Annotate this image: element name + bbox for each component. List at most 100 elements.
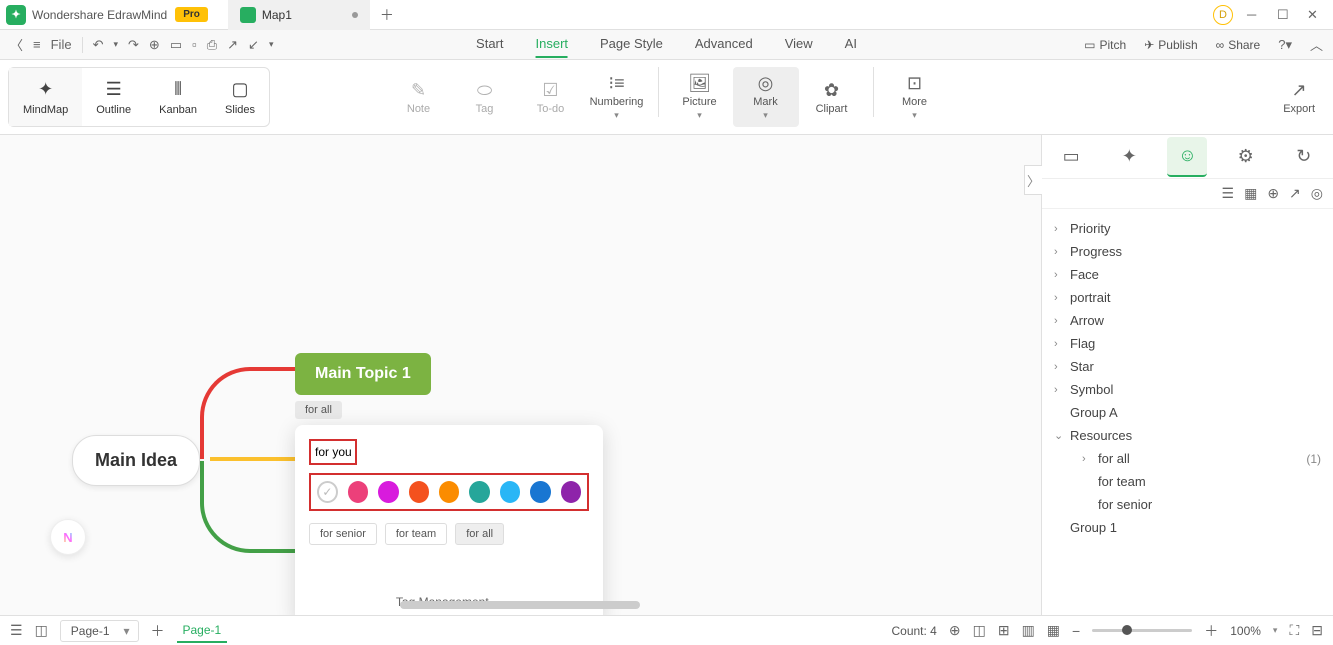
tree-item[interactable]: ›Progress bbox=[1042, 240, 1333, 263]
link-icon[interactable]: ↗ bbox=[1289, 185, 1301, 202]
new-tab-button[interactable]: ＋ bbox=[380, 5, 394, 25]
tool-note[interactable]: ✎Note bbox=[386, 67, 452, 127]
view-outline[interactable]: ☰Outline bbox=[82, 68, 145, 126]
tree-child[interactable]: ›for all(1) bbox=[1042, 447, 1333, 470]
tree-group[interactable]: ⌄Resources bbox=[1042, 424, 1333, 447]
tree-item[interactable]: ›Star bbox=[1042, 355, 1333, 378]
menu-view[interactable]: View bbox=[785, 31, 813, 58]
outline-toggle-icon[interactable]: ☰ bbox=[10, 622, 23, 639]
tree-group[interactable]: Group A bbox=[1042, 401, 1333, 424]
tree-item[interactable]: ›Arrow bbox=[1042, 309, 1333, 332]
tag-chip[interactable]: for senior bbox=[309, 523, 377, 545]
tool-picture[interactable]: 🖼Picture▾ bbox=[667, 67, 733, 127]
undo-icon[interactable]: ↶ bbox=[93, 37, 104, 53]
add-page-button[interactable]: ＋ bbox=[151, 621, 165, 641]
page-selector[interactable]: Page-1 bbox=[60, 620, 139, 642]
close-icon[interactable]: ✕ bbox=[1307, 7, 1323, 23]
side-tab-history[interactable]: ↻ bbox=[1284, 137, 1324, 177]
tool-clipart[interactable]: ✿Clipart bbox=[799, 67, 865, 127]
color-none[interactable]: ✓ bbox=[317, 481, 338, 503]
globe-icon[interactable]: ⊕ bbox=[949, 622, 961, 639]
horizontal-scrollbar[interactable] bbox=[400, 601, 640, 609]
color-swatch[interactable] bbox=[469, 481, 489, 503]
view-kanban[interactable]: ⦀Kanban bbox=[145, 68, 211, 126]
side-tab-mark[interactable]: ☺ bbox=[1167, 137, 1207, 177]
color-swatch[interactable] bbox=[500, 481, 520, 503]
tag-chip[interactable]: for all bbox=[455, 523, 504, 545]
zoom-slider[interactable] bbox=[1092, 629, 1192, 632]
tree-child[interactable]: for senior bbox=[1042, 493, 1333, 516]
import-icon[interactable]: ↙ bbox=[248, 37, 259, 53]
save-icon[interactable]: ▫ bbox=[192, 37, 197, 52]
minimize-icon[interactable]: ─ bbox=[1247, 7, 1263, 23]
tree-group[interactable]: Group 1 bbox=[1042, 516, 1333, 539]
document-tab[interactable]: Map1 bbox=[228, 0, 370, 30]
redo-icon[interactable]: ↷ bbox=[128, 37, 139, 53]
tree-item[interactable]: ›Face bbox=[1042, 263, 1333, 286]
tree-child[interactable]: for team bbox=[1042, 470, 1333, 493]
collapse-panel-button[interactable]: 〉 bbox=[1024, 165, 1042, 195]
export-icon[interactable]: ↗ bbox=[227, 37, 238, 53]
color-swatch[interactable] bbox=[378, 481, 398, 503]
menu-advanced[interactable]: Advanced bbox=[695, 31, 753, 58]
list-view-icon[interactable]: ☰ bbox=[1222, 185, 1235, 202]
zoom-level[interactable]: 100% bbox=[1230, 624, 1261, 638]
layers-icon[interactable]: ▥ bbox=[1022, 622, 1035, 639]
canvas[interactable]: Main Idea Main Topic 1 for all ✓ for sen… bbox=[0, 135, 1041, 615]
more-dropdown-icon[interactable]: ▾ bbox=[269, 39, 274, 50]
file-menu[interactable]: File bbox=[51, 37, 72, 52]
color-swatch[interactable] bbox=[409, 481, 429, 503]
color-swatch[interactable] bbox=[439, 481, 459, 503]
export-button[interactable]: ↗Export bbox=[1283, 80, 1315, 115]
side-tab-settings[interactable]: ⚙ bbox=[1226, 137, 1266, 177]
topic-tag-chip[interactable]: for all bbox=[295, 401, 342, 419]
tree-item[interactable]: ›Priority bbox=[1042, 217, 1333, 240]
page-tab[interactable]: Page-1 bbox=[177, 619, 228, 643]
color-swatch[interactable] bbox=[348, 481, 368, 503]
grid-icon[interactable]: ⊞ bbox=[998, 622, 1010, 639]
topic-node[interactable]: Main Topic 1 bbox=[295, 353, 431, 395]
fit-icon[interactable]: ⊟ bbox=[1311, 622, 1323, 639]
ai-assistant-button[interactable]: N bbox=[50, 519, 86, 555]
tag-chip[interactable]: for team bbox=[385, 523, 447, 545]
preview-icon[interactable]: ▦ bbox=[1047, 622, 1060, 639]
tree-item[interactable]: ›Flag bbox=[1042, 332, 1333, 355]
tree-item[interactable]: ›Symbol bbox=[1042, 378, 1333, 401]
color-swatch[interactable] bbox=[530, 481, 550, 503]
zoom-out-button[interactable]: − bbox=[1072, 623, 1080, 639]
back-icon[interactable]: 〈 bbox=[10, 35, 23, 54]
tag-name-input[interactable] bbox=[311, 441, 355, 463]
share-button[interactable]: ∞ Share bbox=[1216, 38, 1261, 52]
side-tab-style[interactable]: ✦ bbox=[1109, 137, 1149, 177]
target-icon[interactable]: ◎ bbox=[1311, 185, 1323, 202]
menu-icon[interactable]: ≡ bbox=[33, 37, 41, 52]
grid-view-icon[interactable]: ▦ bbox=[1244, 185, 1257, 202]
pitch-button[interactable]: ▭ Pitch bbox=[1084, 38, 1126, 52]
user-avatar[interactable]: D bbox=[1213, 5, 1233, 25]
undo-dropdown-icon[interactable]: ▾ bbox=[113, 39, 118, 50]
side-tab-layout[interactable]: ▭ bbox=[1051, 137, 1091, 177]
view-mindmap[interactable]: ✦MindMap bbox=[9, 68, 82, 126]
fullscreen-icon[interactable]: ⛶ bbox=[1289, 622, 1299, 639]
new-icon[interactable]: ⊕ bbox=[149, 37, 160, 53]
zoom-in-button[interactable]: ＋ bbox=[1204, 621, 1218, 641]
view-slides[interactable]: ▢Slides bbox=[211, 68, 269, 126]
help-icon[interactable]: ?▾ bbox=[1278, 37, 1292, 53]
open-icon[interactable]: ▭ bbox=[170, 37, 182, 53]
panel-toggle-icon[interactable]: ◫ bbox=[35, 622, 48, 639]
tool-numbering[interactable]: ⁝≡Numbering▾ bbox=[584, 67, 650, 127]
root-node[interactable]: Main Idea bbox=[72, 435, 200, 486]
add-icon[interactable]: ⊕ bbox=[1267, 185, 1279, 202]
tool-more[interactable]: ⊡More▾ bbox=[882, 67, 948, 127]
menu-pagestyle[interactable]: Page Style bbox=[600, 31, 663, 58]
tree-item[interactable]: ›portrait bbox=[1042, 286, 1333, 309]
menu-ai[interactable]: AI bbox=[845, 31, 857, 58]
tool-mark[interactable]: ◎Mark▾ bbox=[733, 67, 799, 127]
color-swatch[interactable] bbox=[561, 481, 581, 503]
tool-todo[interactable]: ☑To-do bbox=[518, 67, 584, 127]
tool-tag[interactable]: ⬭Tag bbox=[452, 67, 518, 127]
publish-button[interactable]: ✈ Publish bbox=[1144, 38, 1197, 52]
menu-insert[interactable]: Insert bbox=[536, 31, 569, 58]
print-icon[interactable]: ⎙ bbox=[207, 37, 217, 53]
zoom-handle[interactable] bbox=[1122, 625, 1132, 635]
